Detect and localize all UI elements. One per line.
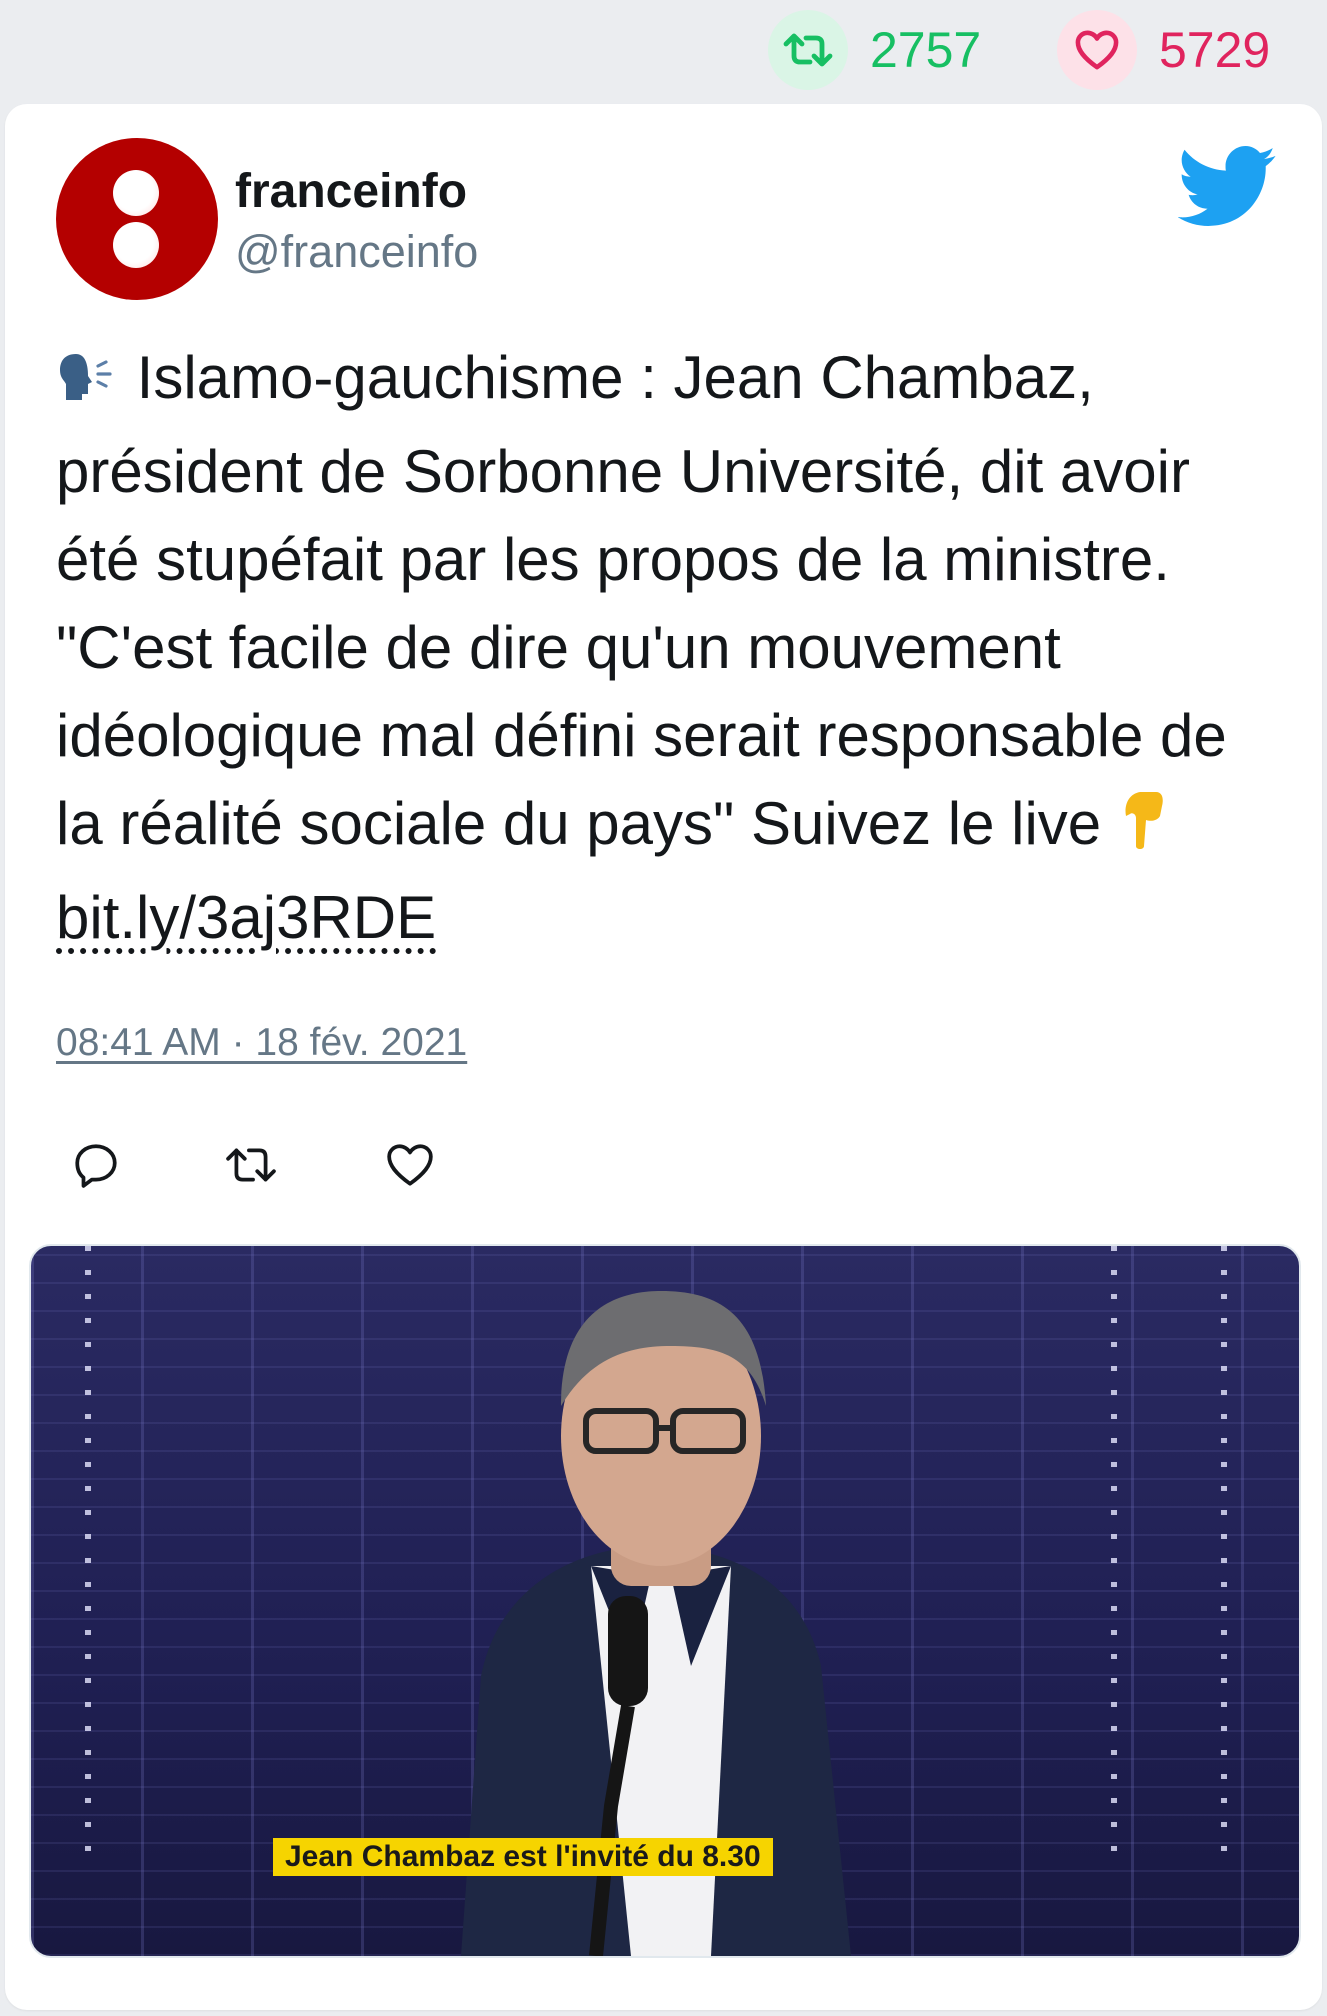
retweet-stat-icon: [768, 10, 848, 90]
retweet-stat: 2757: [768, 10, 981, 90]
speaking-head-emoji: [56, 340, 120, 428]
like-count: 5729: [1159, 22, 1271, 78]
retweet-count: 2757: [870, 22, 982, 78]
tweet-link[interactable]: bit.ly/3aj3RDE: [56, 884, 436, 951]
heart-stat-icon: [1057, 10, 1137, 90]
tweet-text-body: Islamo-gauchisme : Jean Chambaz, préside…: [56, 344, 1227, 857]
twitter-bird-icon[interactable]: [1178, 146, 1278, 228]
avatar[interactable]: [56, 138, 218, 300]
author-name[interactable]: franceinfo: [235, 164, 467, 219]
avatar-dot-top: [113, 170, 159, 216]
avatar-dot-bottom: [113, 222, 159, 268]
reply-icon[interactable]: [71, 1140, 121, 1190]
tweet-media-photo[interactable]: Jean Chambaz est l'invité du 8.30: [29, 1244, 1301, 1958]
video-caption: Jean Chambaz est l'invité du 8.30: [273, 1838, 773, 1876]
author-handle[interactable]: @franceinfo: [235, 226, 478, 278]
tweet-timestamp[interactable]: 08:41 AM · 18 fév. 2021: [56, 1021, 467, 1065]
tweet-card: franceinfo @franceinfo Islamo-gauchisme …: [5, 104, 1322, 2010]
tweet-text: Islamo-gauchisme : Jean Chambaz, préside…: [56, 334, 1286, 962]
retweet-icon[interactable]: [223, 1140, 279, 1190]
pointing-down-emoji: [1118, 786, 1170, 874]
tweet-stats: 2757 5729: [0, 0, 1327, 100]
like-icon[interactable]: [385, 1140, 435, 1190]
like-stat: 5729: [1057, 10, 1270, 90]
